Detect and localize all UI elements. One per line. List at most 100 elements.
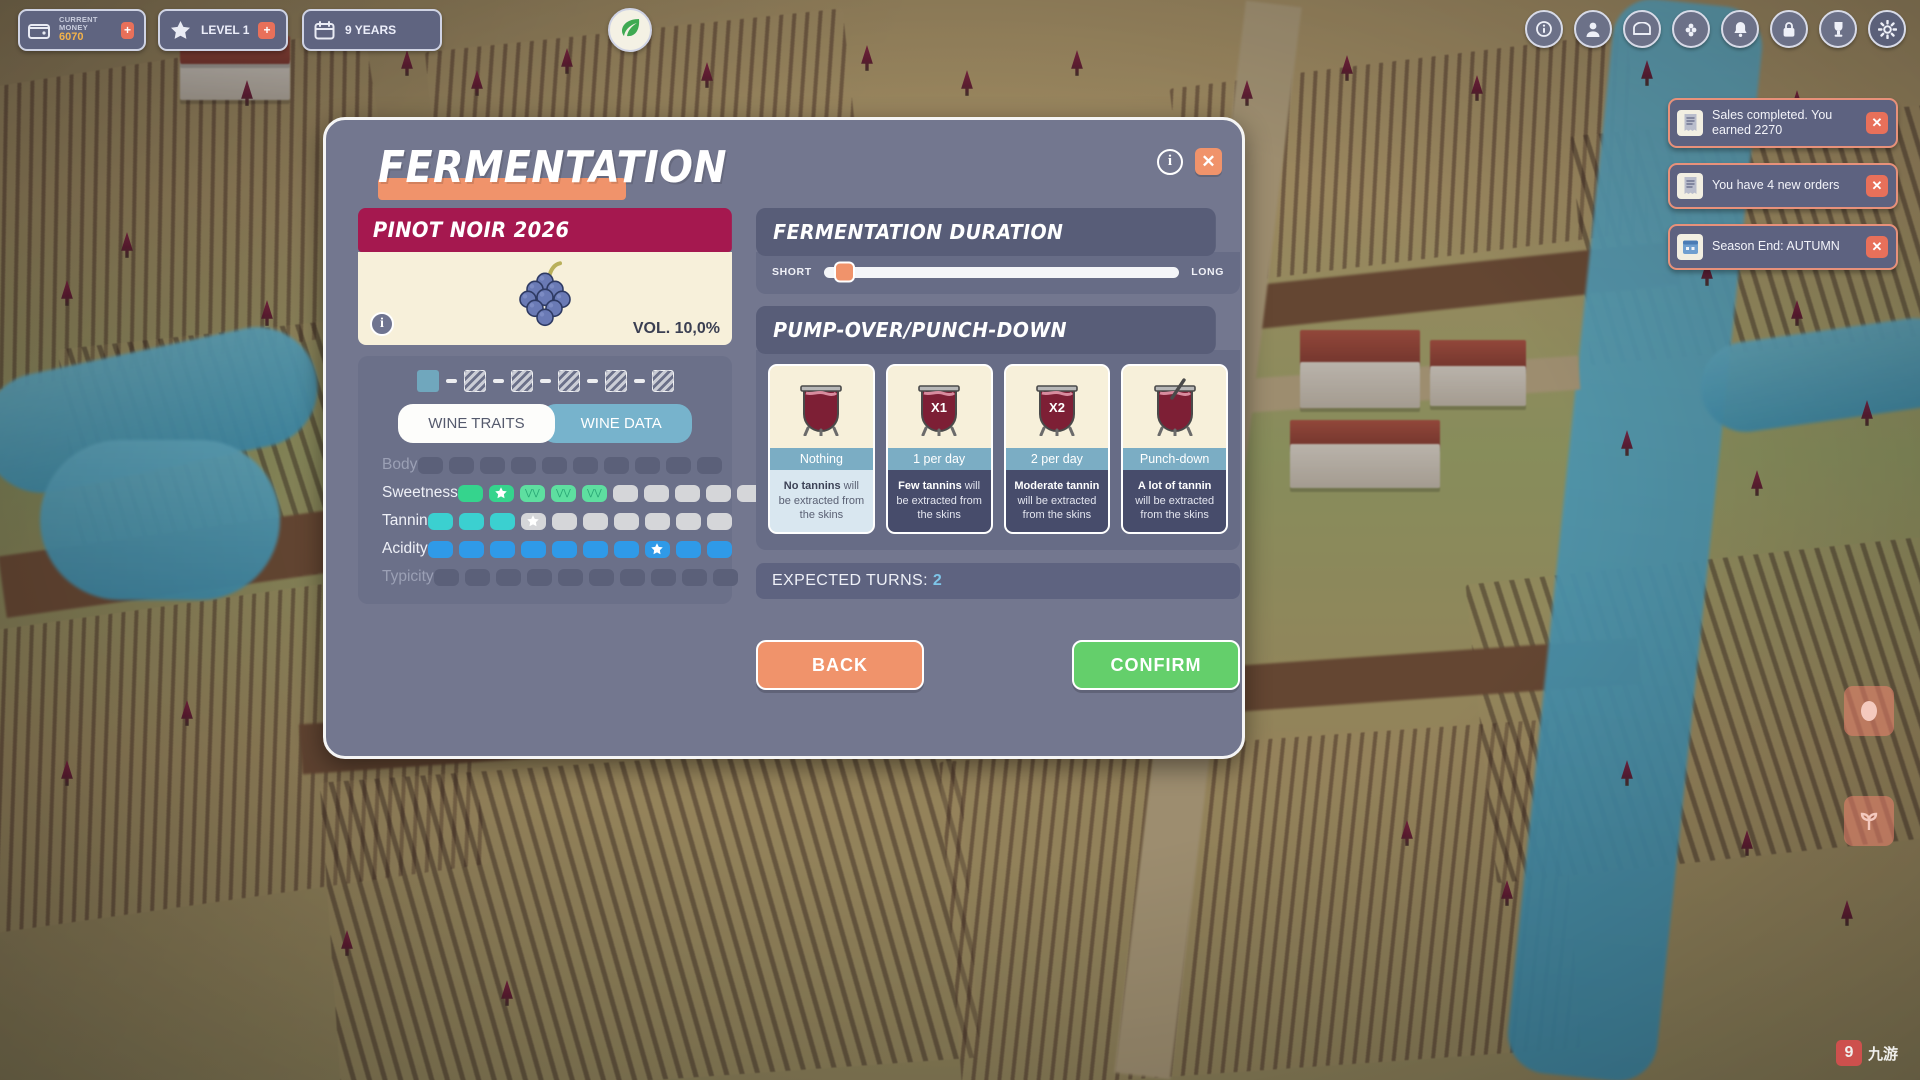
trait-pip [582, 540, 608, 558]
watermark-badge: 9 [1835, 1040, 1862, 1066]
top-right-icon-group [1525, 10, 1906, 48]
pump-option-title: 2 per day [1005, 448, 1109, 470]
trait-pips: ⋁⋁ ⋁⋁ ⋁⋁ [457, 484, 762, 502]
trait-pip [613, 512, 639, 530]
trait-label: Acidity [382, 540, 428, 557]
trait-pip [449, 456, 474, 474]
notification-item[interactable]: You have 4 new orders ✕ [1668, 162, 1898, 209]
duration-section-header: FERMENTATION DURATION [756, 208, 1216, 256]
hud-reputation-value: LEVEL 1 [201, 22, 250, 37]
leaf-icon [618, 15, 643, 45]
chevron-double-icon: ⋁⋁ [524, 487, 540, 498]
pump-option-cards: Nothing No tannins will be extracted fro… [768, 364, 1228, 534]
hud-money-add-button[interactable]: + [121, 21, 134, 39]
trait-pip-star [520, 512, 546, 530]
trait-row-sweetness: Sweetness ⋁⋁ ⋁⋁ ⋁⋁ [368, 484, 762, 502]
plant-icon [1860, 812, 1878, 830]
stage-step-pending [463, 370, 486, 392]
person-icon[interactable] [1574, 10, 1612, 48]
notification-item[interactable]: Sales completed. You earned 2270 ✕ [1668, 98, 1898, 148]
trait-row-typicity: Typicity [368, 568, 738, 586]
notification-stack: Sales completed. You earned 2270 ✕ You h… [1668, 98, 1898, 270]
pump-option-2-per-day[interactable]: X2 2 per day Moderate tannin will be ext… [1003, 364, 1111, 534]
trait-pip [675, 540, 701, 558]
tab-wine-data[interactable]: WINE DATA [540, 404, 692, 443]
vat-badge-label: X1 [931, 400, 947, 415]
trait-label: Body [382, 456, 418, 473]
trait-pip [458, 540, 484, 558]
hud-reputation-pill[interactable]: LEVEL 1 + [158, 9, 288, 51]
back-button[interactable]: BACK [756, 640, 924, 690]
pump-option-desc-strong: No tannins [783, 480, 841, 492]
trait-pip-star [644, 540, 670, 558]
trait-pip [644, 512, 670, 530]
confirm-button[interactable]: CONFIRM [1072, 640, 1240, 690]
info-icon[interactable] [1525, 10, 1563, 48]
wine-summary-column: PINOT NOIR 2026 i VOL. 10,0% WINE TRAITS… [358, 208, 762, 604]
pump-option-description: A lot of tannin will be extracted from t… [1123, 470, 1226, 532]
trait-pip [489, 512, 515, 530]
trait-pip [674, 484, 700, 502]
expected-turns-value: 2 [932, 571, 943, 589]
slider-max-label: LONG [1191, 266, 1224, 278]
trait-pip [557, 568, 583, 586]
wine-info-icon[interactable]: i [370, 312, 394, 336]
trait-pip [613, 540, 639, 558]
side-shortcut-cellar-button[interactable] [1844, 686, 1894, 736]
hud-money-value: 6070 [59, 31, 84, 44]
tab-wine-traits[interactable]: WINE TRAITS [398, 404, 555, 443]
lock-icon[interactable] [1770, 10, 1808, 48]
hud-date-pill[interactable]: 9 YEARS [302, 9, 442, 51]
wine-name-banner: PINOT NOIR 2026 [358, 208, 732, 252]
trait-pip [495, 568, 521, 586]
duration-slider[interactable] [823, 261, 1180, 283]
trait-label: Sweetness [382, 484, 458, 501]
stage-connector [539, 379, 551, 383]
pump-option-nothing[interactable]: Nothing No tannins will be extracted fro… [768, 364, 875, 534]
modal-action-buttons: BACK CONFIRM [756, 640, 1240, 690]
pump-option-description: Moderate tannin will be extracted from t… [1005, 470, 1109, 532]
vat-punchdown-icon [1123, 366, 1226, 448]
vat-empty-icon [770, 366, 873, 448]
hud-reputation-add-button[interactable]: + [258, 21, 276, 39]
notification-close-button[interactable]: ✕ [1866, 174, 1888, 197]
pump-option-1-per-day[interactable]: X1 1 per day Few tannins will be extract… [885, 364, 993, 534]
trait-pip [433, 568, 459, 586]
trait-pip [712, 568, 738, 586]
stage-step-completed [416, 370, 439, 392]
receipt-icon [1677, 109, 1703, 136]
trait-pip [604, 456, 629, 474]
leaf-badge-button[interactable] [608, 8, 652, 52]
receipt-icon [1677, 172, 1703, 199]
cellar-icon[interactable] [1623, 10, 1661, 48]
trait-pip [526, 568, 552, 586]
expected-turns-bar: EXPECTED TURNS: 2 [756, 562, 1240, 599]
hud-money-pill[interactable]: CURRENT MONEY 6070 + [18, 9, 146, 51]
close-icon[interactable]: ✕ [1195, 148, 1222, 175]
settings-gear-icon[interactable] [1868, 10, 1906, 48]
trophy-icon[interactable] [1819, 10, 1857, 48]
wallet-icon [28, 19, 50, 41]
trait-pip [551, 540, 577, 558]
notification-close-button[interactable]: ✕ [1866, 111, 1888, 134]
fermentation-controls-column: FERMENTATION DURATION SHORT LONG PUMP-OV… [756, 208, 1240, 599]
pump-option-description: Few tannins will be extracted from the s… [887, 470, 991, 532]
vat-x1-icon: X1 [887, 366, 991, 448]
wine-art-panel: i VOL. 10,0% [358, 252, 732, 345]
notification-item[interactable]: Season End: AUTUMN ✕ [1668, 223, 1898, 270]
stage-connector [633, 379, 645, 383]
pump-option-punch-down[interactable]: Punch-down A lot of tannin will be extra… [1121, 364, 1228, 534]
info-icon[interactable]: i [1157, 148, 1183, 175]
trait-pip [457, 484, 483, 502]
trait-pip-star [488, 484, 514, 502]
trait-pip [681, 568, 707, 586]
duration-section-body: SHORT LONG [756, 252, 1240, 294]
vat-x2-icon: X2 [1005, 366, 1109, 448]
grape-icon[interactable] [1672, 10, 1710, 48]
side-shortcut-vineyard-button[interactable] [1844, 796, 1894, 846]
duration-slider-handle[interactable] [834, 261, 856, 283]
bell-icon[interactable] [1721, 10, 1759, 48]
notification-close-button[interactable]: ✕ [1866, 235, 1888, 258]
trait-pip-chevron: ⋁⋁ [519, 484, 545, 502]
hud-date-value: 9 YEARS [345, 22, 397, 37]
